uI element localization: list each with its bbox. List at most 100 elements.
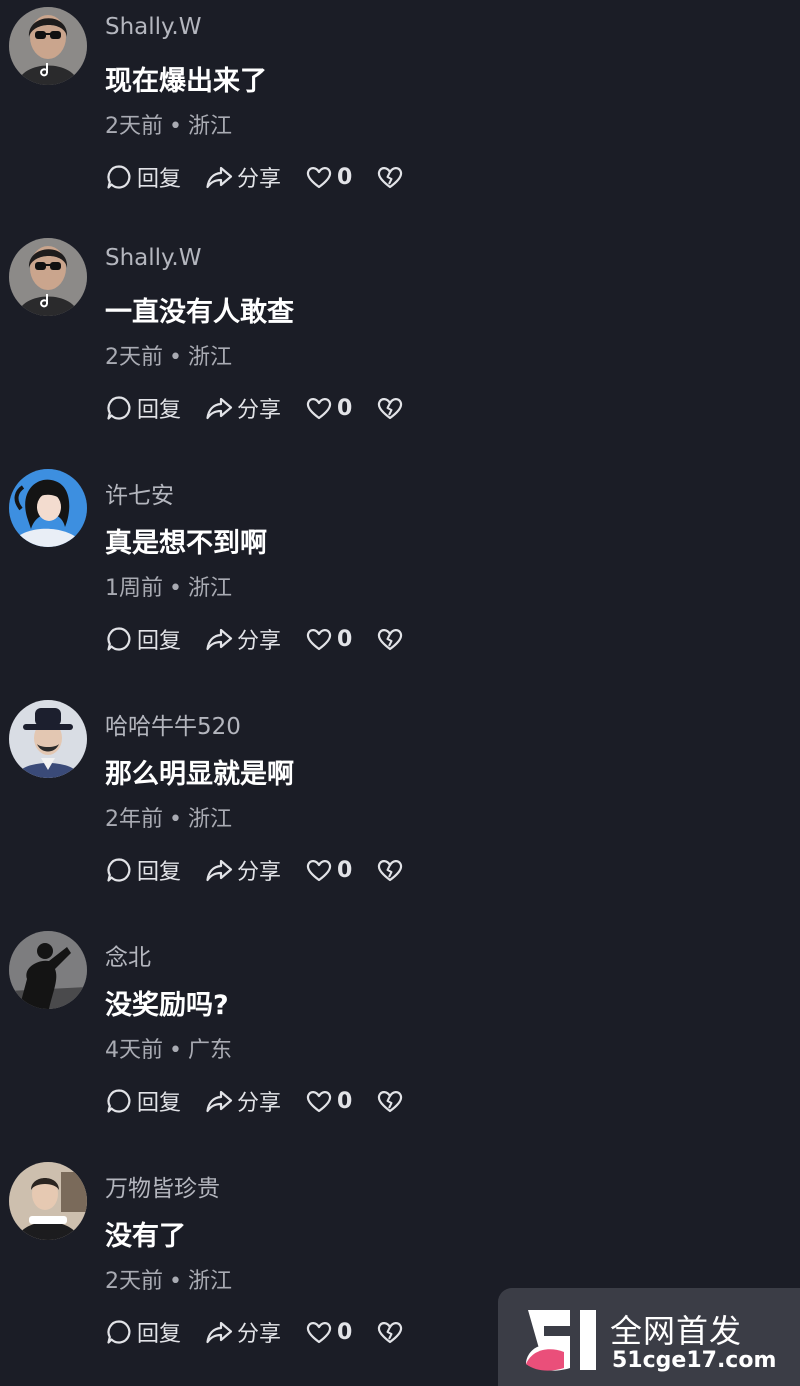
comment-meta: 2天前 • 浙江: [105, 108, 232, 140]
broken-heart-icon: [378, 629, 403, 651]
share-button[interactable]: 分享: [205, 1316, 281, 1348]
comment-meta: 2天前 • 浙江: [105, 339, 232, 371]
dislike-button[interactable]: [376, 394, 408, 422]
user-avatar[interactable]: [9, 238, 87, 316]
comment-actions: 回复 分享 0: [105, 624, 408, 654]
meta-separator: •: [169, 1038, 182, 1063]
share-label: 分享: [237, 167, 282, 192]
comment-username[interactable]: Shally.W: [105, 245, 201, 271]
user-avatar[interactable]: [9, 7, 87, 85]
comment-location: 浙江: [187, 576, 232, 601]
comment-text: 一直没有人敢查: [105, 297, 294, 328]
comment-text: 没有了: [105, 1221, 186, 1252]
reply-label: 回复: [137, 398, 182, 423]
silhouette-avatar-icon: [9, 931, 87, 1009]
comment-username[interactable]: 万物皆珍贵: [105, 1169, 220, 1203]
comment-meta: 1周前 • 浙江: [105, 570, 232, 602]
heart-icon: [306, 167, 332, 189]
comment-time: 2天前: [105, 1269, 163, 1294]
like-button[interactable]: 0: [305, 163, 352, 191]
share-button[interactable]: 分享: [205, 1085, 281, 1117]
meta-separator: •: [169, 114, 182, 139]
broken-heart-icon: [378, 167, 403, 189]
reply-button[interactable]: 回复: [105, 161, 181, 193]
share-button[interactable]: 分享: [205, 623, 281, 655]
comment-meta: 2天前 • 浙江: [105, 1263, 232, 1295]
like-button[interactable]: 0: [305, 1318, 352, 1346]
comment-location: 浙江: [187, 114, 232, 139]
watermark-title: 全网首发: [610, 1312, 743, 1350]
comment-item: Shally.W 一直没有人敢查 2天前 • 浙江 回复 分享 0: [0, 231, 800, 462]
dislike-button[interactable]: [376, 163, 408, 191]
share-arrow-icon: [206, 859, 233, 882]
like-button[interactable]: 0: [305, 1087, 352, 1115]
like-button[interactable]: 0: [305, 856, 352, 884]
dislike-button[interactable]: [376, 1087, 408, 1115]
speech-bubble-icon: [107, 627, 131, 651]
like-count: 0: [337, 626, 353, 652]
comment-item: Shally.W 现在爆出来了 2天前 • 浙江 回复 分享 0: [0, 0, 800, 231]
reply-button[interactable]: 回复: [105, 854, 181, 886]
comment-item: 哈哈牛牛520 那么明显就是啊 2年前 • 浙江 回复 分享 0: [0, 693, 800, 924]
share-arrow-icon: [206, 397, 233, 420]
user-avatar[interactable]: [9, 1162, 87, 1240]
dislike-button[interactable]: [376, 625, 408, 653]
broken-heart-icon: [378, 398, 403, 420]
user-avatar[interactable]: [9, 469, 87, 547]
comment-item: 许七安 真是想不到啊 1周前 • 浙江 回复 分享 0: [0, 462, 800, 693]
comment-meta: 2年前 • 浙江: [105, 801, 232, 833]
share-arrow-icon: [206, 1090, 233, 1113]
meta-separator: •: [169, 807, 182, 832]
like-button[interactable]: 0: [305, 394, 352, 422]
comment-item: 念北 没奖励吗? 4天前 • 广东 回复 分享 0: [0, 924, 800, 1155]
woman-sunglasses-avatar-icon: [9, 238, 87, 316]
share-label: 分享: [237, 398, 282, 423]
comment-time: 4天前: [105, 1038, 163, 1063]
share-label: 分享: [237, 1322, 282, 1347]
comment-actions: 回复 分享 0: [105, 855, 408, 885]
reply-button[interactable]: 回复: [105, 1316, 181, 1348]
comment-text: 真是想不到啊: [105, 528, 267, 559]
comment-location: 广东: [187, 1038, 232, 1063]
reply-label: 回复: [137, 629, 182, 654]
watermark-site: 51cge17.com: [612, 1348, 777, 1373]
man-hat-avatar-icon: [9, 700, 87, 778]
heart-icon: [306, 629, 332, 651]
like-button[interactable]: 0: [305, 625, 352, 653]
reply-button[interactable]: 回复: [105, 392, 181, 424]
share-button[interactable]: 分享: [205, 161, 281, 193]
comment-username[interactable]: 哈哈牛牛520: [105, 707, 241, 741]
share-button[interactable]: 分享: [205, 854, 281, 886]
like-count: 0: [337, 1088, 353, 1114]
comment-username[interactable]: Shally.W: [105, 14, 201, 40]
anime-girl-avatar-icon: [9, 469, 87, 547]
share-label: 分享: [237, 860, 282, 885]
comment-meta: 4天前 • 广东: [105, 1032, 232, 1064]
like-count: 0: [337, 164, 353, 190]
comment-text: 那么明显就是啊: [105, 759, 294, 790]
share-button[interactable]: 分享: [205, 392, 281, 424]
comment-location: 浙江: [187, 807, 232, 832]
reply-button[interactable]: 回复: [105, 1085, 181, 1117]
speech-bubble-icon: [107, 1089, 131, 1113]
user-avatar[interactable]: [9, 931, 87, 1009]
comment-actions: 回复 分享 0: [105, 393, 408, 423]
dislike-button[interactable]: [376, 1318, 408, 1346]
meta-separator: •: [169, 345, 182, 370]
like-count: 0: [337, 857, 353, 883]
comment-username[interactable]: 许七安: [105, 476, 174, 510]
broken-heart-icon: [378, 1091, 403, 1113]
user-avatar[interactable]: [9, 700, 87, 778]
comment-location: 浙江: [187, 1269, 232, 1294]
speech-bubble-icon: [107, 396, 131, 420]
speech-bubble-icon: [107, 1320, 131, 1344]
comment-time: 2年前: [105, 807, 163, 832]
woman-sunglasses-avatar-icon: [9, 7, 87, 85]
reply-label: 回复: [137, 860, 182, 885]
reply-button[interactable]: 回复: [105, 623, 181, 655]
heart-icon: [306, 860, 332, 882]
comment-username[interactable]: 念北: [105, 938, 151, 972]
reply-label: 回复: [137, 1322, 182, 1347]
dislike-button[interactable]: [376, 856, 408, 884]
meta-separator: •: [169, 1269, 182, 1294]
